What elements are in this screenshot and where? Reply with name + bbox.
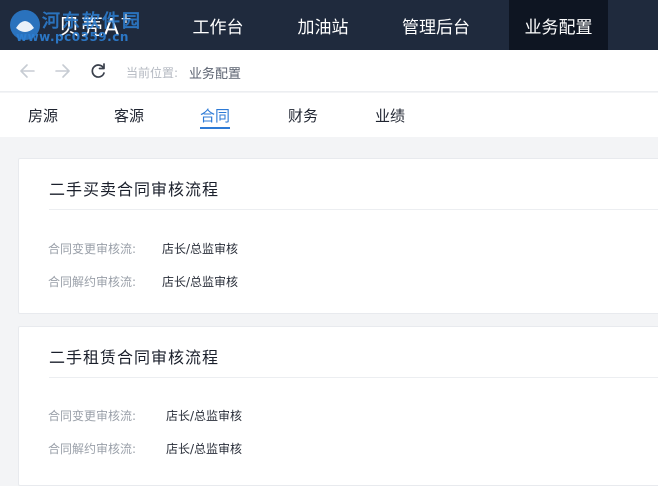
nav-item-label: 业务配置 [524,17,593,38]
section-divider [49,209,658,210]
arrow-right-icon[interactable] [52,61,72,81]
row-label-change-flow: 合同变更审核流: [48,242,137,256]
row-value-termination-flow: 店长/总监审核 [162,275,239,289]
toolbar: 当前位置: 业务配置 [0,50,658,92]
tab-finance[interactable]: 财务 [288,105,318,126]
section-card-lease-contract: 二手租赁合同审核流程 合同变更审核流: 店长/总监审核 合同解约审核流: 店长/… [18,326,658,486]
breadcrumb-current: 业务配置 [189,67,242,82]
nav-item-label: 管理后台 [402,17,470,38]
nav-item-workbench[interactable]: 工作台 [178,0,258,50]
top-navigation-bar: 贝壳A+ 河东软件园 www.pc0359.cn 工作台 加油站 管理后台 业务… [0,0,658,50]
section-title: 二手买卖合同审核流程 [49,180,220,199]
subnav-tabs: 房源 客源 合同 财务 业绩 [0,93,658,137]
nav-item-label: 工作台 [192,17,244,38]
nav-item-business-config[interactable]: 业务配置 [509,0,608,50]
tab-listings[interactable]: 房源 [28,105,58,126]
refresh-icon[interactable] [88,61,108,81]
row-value-change-flow: 店长/总监审核 [162,242,239,256]
nav-item-label: 加油站 [297,17,349,38]
breadcrumb-label: 当前位置: [126,66,179,80]
row-label-termination-flow: 合同解约审核流: [48,442,137,456]
row-value-change-flow: 店长/总监审核 [166,409,243,423]
active-tab-indicator [200,127,230,129]
row-value-termination-flow: 店长/总监审核 [166,442,243,456]
section-card-sale-contract: 二手买卖合同审核流程 合同变更审核流: 店长/总监审核 合同解约审核流: 店长/… [18,158,658,314]
watermark-url: www.pc0359.cn [16,30,129,44]
tab-contracts[interactable]: 合同 [200,105,230,126]
row-label-termination-flow: 合同解约审核流: [48,275,137,289]
tab-customers[interactable]: 客源 [114,105,144,126]
nav-item-admin[interactable]: 管理后台 [388,0,484,50]
tab-performance[interactable]: 业绩 [375,105,405,126]
section-title: 二手租赁合同审核流程 [49,348,220,367]
row-label-change-flow: 合同变更审核流: [48,409,137,423]
arrow-left-icon[interactable] [18,61,38,81]
nav-item-gas-station[interactable]: 加油站 [283,0,363,50]
section-divider [49,377,658,378]
app-logo[interactable]: 贝壳A+ 河东软件园 www.pc0359.cn [0,0,165,50]
